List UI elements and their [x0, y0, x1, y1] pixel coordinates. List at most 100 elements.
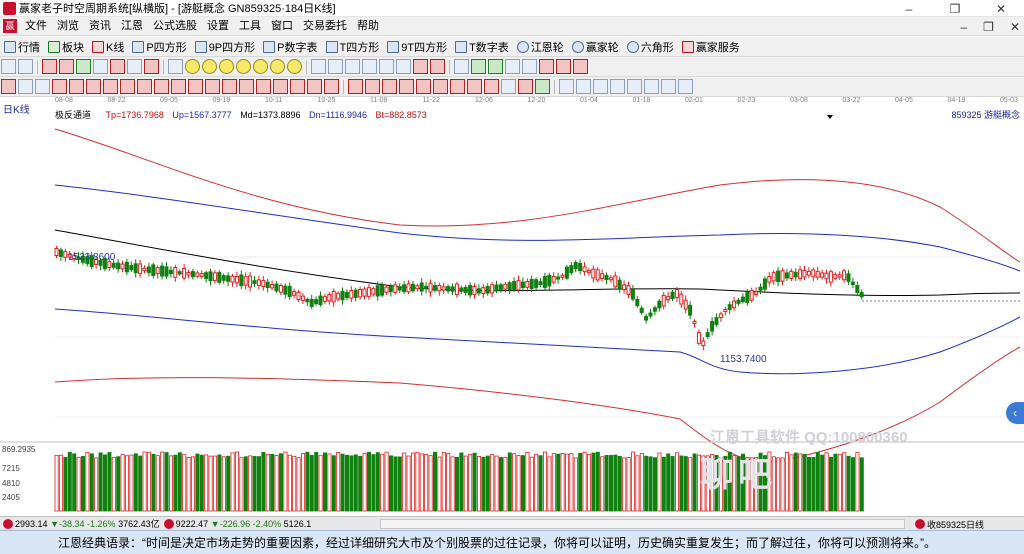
analysis-tool-34-icon[interactable] [576, 79, 591, 94]
tool-arrow-down-icon[interactable] [144, 59, 159, 74]
menu-info[interactable]: 资讯 [84, 17, 116, 36]
tb-service-button[interactable]: 赢家服务 [678, 38, 744, 56]
analysis-tool-15-icon[interactable] [239, 79, 254, 94]
tool-crosshair-icon[interactable] [1, 59, 16, 74]
tool-delete-icon[interactable] [573, 59, 588, 74]
tb-gann-wheel-button[interactable]: 江恩轮 [513, 38, 568, 56]
tool-text-icon[interactable] [168, 59, 183, 74]
tool-diamond2-icon[interactable] [202, 59, 217, 74]
analysis-tool-1-icon[interactable] [1, 79, 16, 94]
analysis-tool-16-icon[interactable] [256, 79, 271, 94]
close-button[interactable]: ✕ [978, 0, 1024, 17]
tb-kline-button[interactable]: K线 [88, 38, 128, 56]
tool-cross-icon[interactable] [328, 59, 343, 74]
tb-sector-button[interactable]: 板块 [44, 38, 88, 56]
tool-hand-icon[interactable] [311, 59, 326, 74]
tool-chart1-icon[interactable] [471, 59, 486, 74]
tool-grid-icon[interactable] [42, 59, 57, 74]
analysis-tool-9-icon[interactable] [137, 79, 152, 94]
tool-diamond1-icon[interactable] [185, 59, 200, 74]
analysis-tool-30-icon[interactable] [501, 79, 516, 94]
tool-channel-icon[interactable] [413, 59, 428, 74]
mdi-restore-button[interactable]: ❐ [983, 20, 994, 34]
tool-chart3-icon[interactable] [505, 59, 520, 74]
analysis-tool-25-icon[interactable] [416, 79, 431, 94]
chart-scrollbar[interactable] [380, 519, 905, 529]
tb-t-square-button[interactable]: T四方形 [322, 38, 384, 56]
analysis-tool-7-icon[interactable] [103, 79, 118, 94]
analysis-tool-10-icon[interactable] [154, 79, 169, 94]
tb-quotes-button[interactable]: 行情 [0, 38, 44, 56]
menu-formula[interactable]: 公式选股 [148, 17, 202, 36]
analysis-tool-33-icon[interactable] [559, 79, 574, 94]
tool-diamond7-icon[interactable] [287, 59, 302, 74]
tool-indicator-icon[interactable] [59, 59, 74, 74]
analysis-tool-35-icon[interactable] [593, 79, 608, 94]
analysis-tool-37-icon[interactable] [627, 79, 642, 94]
analysis-tool-23-icon[interactable] [382, 79, 397, 94]
maximize-button[interactable]: ❐ [932, 0, 978, 17]
tool-bars-icon[interactable] [110, 59, 125, 74]
mdi-close-button[interactable]: ✕ [1010, 20, 1020, 34]
side-panel-toggle-button[interactable]: ‹ [1006, 402, 1024, 424]
analysis-tool-39-icon[interactable] [661, 79, 676, 94]
tb-9p-square-button[interactable]: 9P四方形 [191, 38, 259, 56]
analysis-tool-12-icon[interactable] [188, 79, 203, 94]
analysis-tool-8-icon[interactable] [120, 79, 135, 94]
analysis-tool-24-icon[interactable] [399, 79, 414, 94]
tb-9t-square-button[interactable]: 9T四方形 [383, 38, 451, 56]
analysis-tool-13-icon[interactable] [205, 79, 220, 94]
analysis-tool-2-icon[interactable] [18, 79, 33, 94]
tool-cut-icon[interactable] [539, 59, 554, 74]
analysis-tool-29-icon[interactable] [484, 79, 499, 94]
analysis-tool-31-icon[interactable] [518, 79, 533, 94]
tool-ray-icon[interactable] [93, 59, 108, 74]
menu-file[interactable]: 文件 [20, 17, 52, 36]
tool-gann-fan-icon[interactable] [379, 59, 394, 74]
minimize-button[interactable]: – [886, 0, 932, 17]
menu-gann[interactable]: 江恩 [116, 17, 148, 36]
tool-diamond6-icon[interactable] [270, 59, 285, 74]
analysis-tool-20-icon[interactable] [324, 79, 339, 94]
analysis-tool-18-icon[interactable] [290, 79, 305, 94]
analysis-tool-17-icon[interactable] [273, 79, 288, 94]
menu-window[interactable]: 窗口 [266, 17, 298, 36]
tool-diamond3-icon[interactable] [219, 59, 234, 74]
tool-rect-icon[interactable] [430, 59, 445, 74]
analysis-tool-38-icon[interactable] [644, 79, 659, 94]
chevron-down-icon[interactable] [827, 115, 833, 119]
tool-gauge-icon[interactable] [454, 59, 469, 74]
analysis-tool-28-icon[interactable] [467, 79, 482, 94]
tb-p-table-button[interactable]: P数字表 [259, 38, 321, 56]
analysis-tool-36-icon[interactable] [610, 79, 625, 94]
analysis-tool-22-icon[interactable] [365, 79, 380, 94]
tb-winner-wheel-button[interactable]: 赢家轮 [568, 38, 623, 56]
tool-chart4-icon[interactable] [522, 59, 537, 74]
tool-erase-icon[interactable] [556, 59, 571, 74]
tb-hexagon-button[interactable]: 六角形 [623, 38, 678, 56]
analysis-tool-11-icon[interactable] [171, 79, 186, 94]
analysis-tool-19-icon[interactable] [307, 79, 322, 94]
analysis-tool-27-icon[interactable] [450, 79, 465, 94]
analysis-tool-21-icon[interactable] [348, 79, 363, 94]
tool-diamond4-icon[interactable] [236, 59, 251, 74]
analysis-tool-32-icon[interactable] [535, 79, 550, 94]
analysis-tool-4-icon[interactable] [52, 79, 67, 94]
menu-help[interactable]: 帮助 [352, 17, 384, 36]
analysis-tool-3-icon[interactable] [35, 79, 50, 94]
analysis-tool-5-icon[interactable] [69, 79, 84, 94]
analysis-tool-40-icon[interactable] [678, 79, 693, 94]
tool-circle-icon[interactable] [396, 59, 411, 74]
menu-tools[interactable]: 工具 [234, 17, 266, 36]
tool-zoom-icon[interactable] [18, 59, 33, 74]
menu-settings[interactable]: 设置 [202, 17, 234, 36]
app-menu-icon[interactable]: 赢 [3, 19, 17, 33]
analysis-tool-6-icon[interactable] [86, 79, 101, 94]
tool-chart2-icon[interactable] [488, 59, 503, 74]
menu-browse[interactable]: 浏览 [52, 17, 84, 36]
analysis-tool-26-icon[interactable] [433, 79, 448, 94]
analysis-tool-14-icon[interactable] [222, 79, 237, 94]
tool-arrow-up-icon[interactable] [127, 59, 142, 74]
menu-trade[interactable]: 交易委托 [298, 17, 352, 36]
tool-move-icon[interactable] [345, 59, 360, 74]
